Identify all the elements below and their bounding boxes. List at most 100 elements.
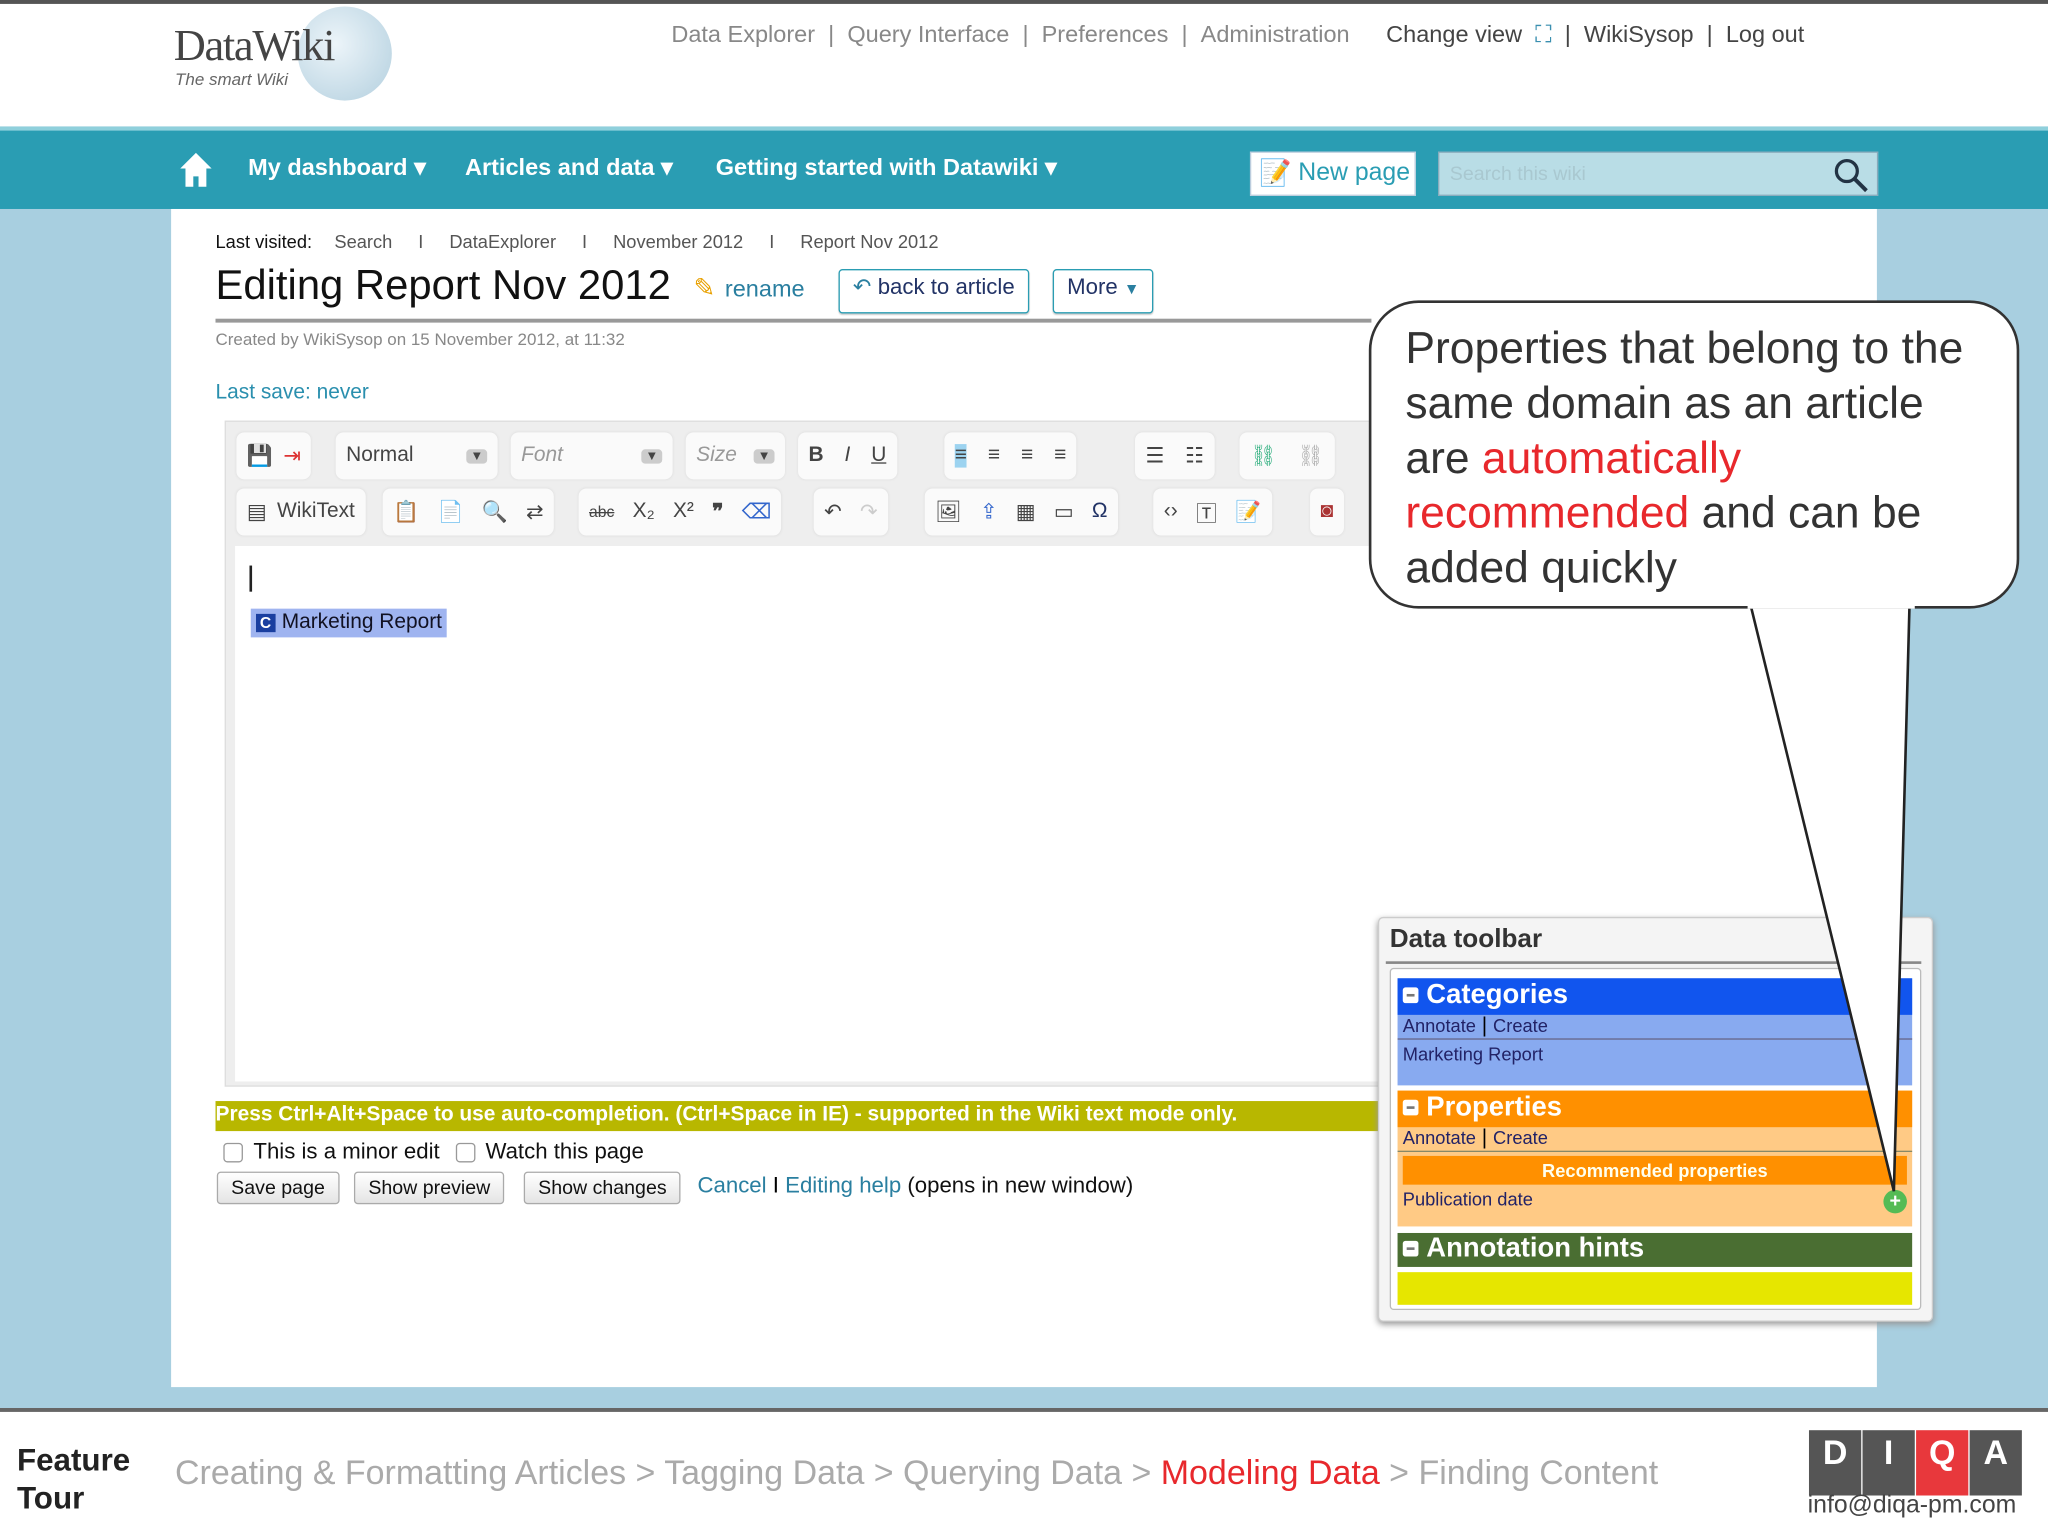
nav-getting-started[interactable]: Getting started with Datawiki ▾ xyxy=(716,154,1057,181)
back-to-article-button[interactable]: ↶ back to article xyxy=(838,269,1030,314)
create-category-link[interactable]: Create xyxy=(1493,1015,1548,1036)
toolbar-group: ☰ ☷ xyxy=(1135,432,1215,480)
font-select[interactable]: Font ▼ xyxy=(510,432,673,480)
breadcrumb-item[interactable]: DataExplorer xyxy=(449,231,556,252)
semantic-icon[interactable]: ◙ xyxy=(1320,500,1333,524)
home-icon[interactable] xyxy=(179,152,213,189)
created-info: Created by WikiSysop on 15 November 2012… xyxy=(215,329,625,349)
editor-content[interactable]: C Marketing Report xyxy=(235,545,1385,1082)
eraser-icon[interactable]: ⌫ xyxy=(742,499,772,525)
annotate-category-link[interactable]: Annotate xyxy=(1403,1015,1476,1036)
properties-header[interactable]: Properties xyxy=(1397,1090,1913,1128)
tour-step[interactable]: Creating & Formatting Articles xyxy=(175,1452,626,1491)
collapse-icon[interactable] xyxy=(1402,1100,1419,1117)
note-icon[interactable]: 📝 xyxy=(1235,499,1261,525)
tour-step[interactable]: Querying Data xyxy=(903,1452,1122,1491)
align-left-icon[interactable]: ≡ xyxy=(954,444,967,468)
quote-icon[interactable]: ❞ xyxy=(712,499,723,525)
format-select[interactable]: Normal ▼ xyxy=(335,432,498,480)
nav-my-dashboard[interactable]: My dashboard ▾ xyxy=(248,154,426,181)
change-view-link[interactable]: Change view xyxy=(1386,21,1522,48)
horizontal-rule-icon[interactable]: ▭ xyxy=(1054,499,1074,525)
redo-icon[interactable]: ↷ xyxy=(860,499,878,525)
more-button[interactable]: More ▼ xyxy=(1052,269,1154,314)
property-item[interactable]: Publication date xyxy=(1403,1189,1533,1210)
user-link[interactable]: WikiSysop xyxy=(1584,21,1694,48)
categories-header[interactable]: Categories xyxy=(1397,978,1913,1015)
replace-icon[interactable]: ⇄ xyxy=(526,499,544,525)
toolbar-group: ◙ xyxy=(1310,488,1344,536)
nav-articles-and-data[interactable]: Articles and data ▾ xyxy=(465,154,673,181)
search-input[interactable]: Search this wiki xyxy=(1438,151,1879,196)
upload-icon[interactable]: ⇪ xyxy=(980,499,998,525)
editing-help-link[interactable]: Editing help xyxy=(785,1173,901,1198)
annotate-property-link[interactable]: Annotate xyxy=(1403,1127,1476,1148)
show-preview-button[interactable]: Show preview xyxy=(353,1171,505,1205)
feature-tour-label: Feature Tour xyxy=(16,1443,131,1517)
breadcrumb: Search I DataExplorer I November 2012 I … xyxy=(334,231,939,253)
expand-icon[interactable] xyxy=(1402,1241,1419,1258)
cancel-link[interactable]: Cancel xyxy=(697,1173,766,1198)
underline-icon[interactable]: U xyxy=(871,444,886,468)
breadcrumb-item[interactable]: Search xyxy=(334,231,392,252)
tour-step-active[interactable]: Modeling Data xyxy=(1161,1452,1380,1491)
link-query-interface[interactable]: Query Interface xyxy=(847,21,1009,48)
search-icon[interactable] xyxy=(1832,157,1869,194)
watch-page-checkbox[interactable] xyxy=(455,1142,475,1162)
properties-section: Properties Annotate | Create Recommended… xyxy=(1397,1090,1913,1227)
bold-icon[interactable]: B xyxy=(808,444,823,468)
paste-icon[interactable]: 📋 xyxy=(393,499,419,525)
save-page-button[interactable]: Save page xyxy=(216,1171,340,1205)
save-icon[interactable]: 💾 xyxy=(247,443,273,469)
subscript-icon[interactable]: X₂ xyxy=(633,500,655,524)
strikethrough-icon[interactable]: abc xyxy=(589,503,614,521)
show-changes-button[interactable]: Show changes xyxy=(523,1171,682,1205)
toolbar-group: ⛓ ⛓ xyxy=(1239,432,1335,480)
minor-edit-checkbox[interactable] xyxy=(223,1142,243,1162)
source-icon[interactable]: ‹› xyxy=(1164,500,1178,524)
size-select[interactable]: Size ▼ xyxy=(685,432,785,480)
logo-tagline: The smart Wiki xyxy=(175,69,289,89)
italic-icon[interactable]: I xyxy=(844,444,850,468)
create-property-link[interactable]: Create xyxy=(1493,1127,1548,1148)
annotation-hints-section[interactable]: Annotation hints xyxy=(1397,1232,1913,1267)
justify-icon[interactable]: ≡ xyxy=(1054,444,1066,468)
last-save-status: Last save: never xyxy=(215,381,369,404)
template-icon[interactable]: 🅃 xyxy=(1196,496,1217,527)
rename-link[interactable]: rename xyxy=(725,276,805,303)
bullet-list-icon[interactable]: ☷ xyxy=(1185,443,1204,469)
logout-link[interactable]: Log out xyxy=(1726,21,1804,48)
numbered-list-icon[interactable]: ☰ xyxy=(1145,443,1164,469)
diqa-logo: I xyxy=(1862,1430,1915,1496)
undo-icon[interactable]: ↶ xyxy=(824,499,842,525)
logo[interactable]: DataWiki xyxy=(174,22,336,72)
align-right-icon[interactable]: ≡ xyxy=(1021,444,1033,468)
toolbar-group: 📋 📄 🔍 ⇄ xyxy=(382,488,555,536)
category-item[interactable]: Marketing Report xyxy=(1398,1040,1913,1069)
exit-icon[interactable]: ⇥ xyxy=(283,443,301,469)
table-icon[interactable]: ▦ xyxy=(1016,499,1036,525)
superscript-icon[interactable]: X² xyxy=(673,500,694,524)
link-administration[interactable]: Administration xyxy=(1201,21,1350,48)
align-center-icon[interactable]: ≡ xyxy=(988,444,1000,468)
find-icon[interactable]: 🔍 xyxy=(482,499,508,525)
change-view-icon[interactable]: ⛶ xyxy=(1535,21,1551,48)
breadcrumb-item[interactable]: Report Nov 2012 xyxy=(800,231,938,252)
category-annotation[interactable]: C Marketing Report xyxy=(250,608,448,638)
contact-email[interactable]: info@diqa-pm.com xyxy=(1808,1492,2017,1521)
new-page-button[interactable]: 📝 New page xyxy=(1249,151,1416,196)
image-icon[interactable]: 🖼 xyxy=(935,499,962,525)
collapse-icon[interactable] xyxy=(1402,988,1419,1004)
annotation-hints-content xyxy=(1397,1272,1913,1305)
link-data-explorer[interactable]: Data Explorer xyxy=(671,21,815,48)
link-icon[interactable]: ⛓ xyxy=(1250,443,1277,469)
breadcrumb-item[interactable]: November 2012 xyxy=(613,231,743,252)
paste-word-icon[interactable]: 📄 xyxy=(437,499,463,525)
tour-step[interactable]: Tagging Data xyxy=(664,1452,864,1491)
unlink-icon[interactable]: ⛓ xyxy=(1297,443,1324,469)
special-char-icon[interactable]: Ω xyxy=(1092,500,1108,524)
wikitext-button[interactable]: ▤ WikiText xyxy=(236,488,366,536)
add-property-icon[interactable]: + xyxy=(1883,1189,1907,1214)
tour-step[interactable]: Finding Content xyxy=(1418,1452,1658,1491)
link-preferences[interactable]: Preferences xyxy=(1042,21,1169,48)
